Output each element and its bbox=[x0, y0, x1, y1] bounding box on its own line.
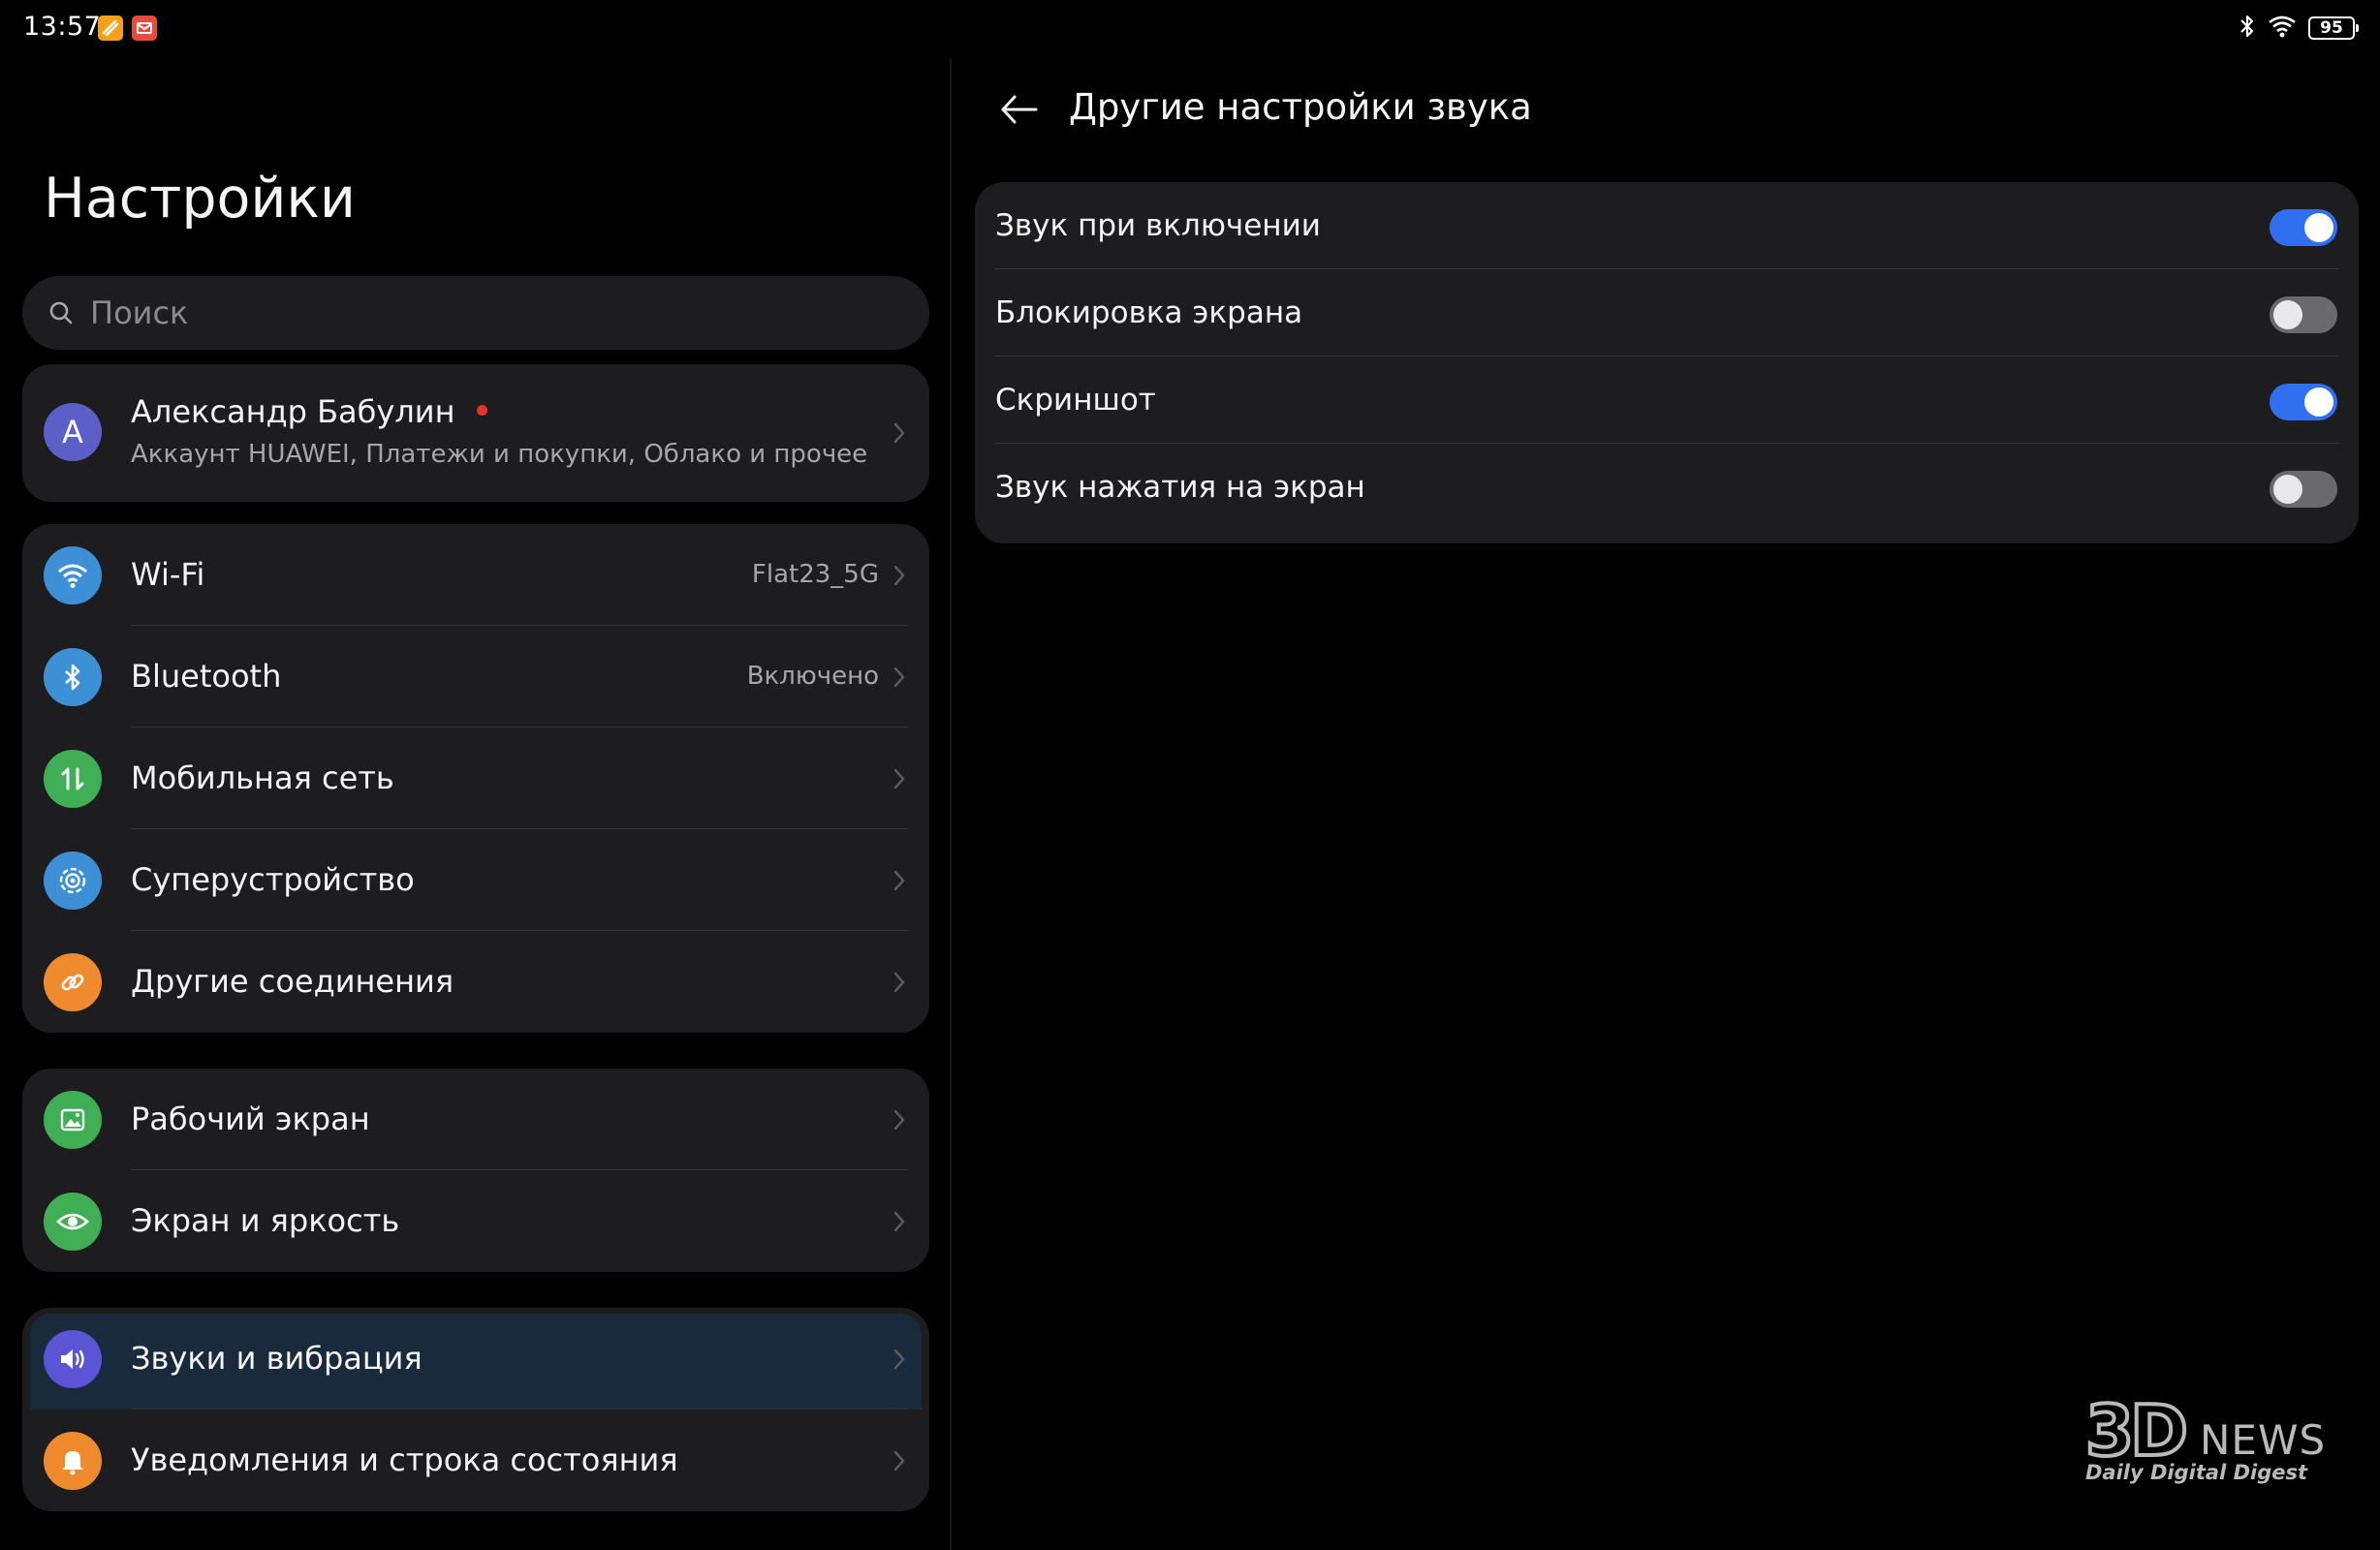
row-value: Flat23_5G bbox=[751, 560, 879, 589]
row-label: Звуки и вибрация bbox=[131, 1340, 423, 1377]
volume-icon bbox=[44, 1330, 102, 1388]
toggle-row-touch-sound[interactable]: Звук нажатия на экран bbox=[975, 444, 2359, 531]
bell-icon bbox=[44, 1432, 102, 1490]
chevron-right-icon bbox=[889, 866, 910, 895]
chevron-right-icon bbox=[889, 1207, 910, 1236]
wifi-icon bbox=[44, 546, 102, 604]
account-subtitle: Аккаунт HUAWEI, Платежи и покупки, Облак… bbox=[131, 440, 868, 469]
switch-knob bbox=[2304, 388, 2333, 417]
search-input[interactable]: Поиск bbox=[22, 276, 929, 350]
sidebar-item-mobile-network[interactable]: Мобильная сеть bbox=[22, 728, 929, 829]
screen-lock-sound-switch[interactable] bbox=[2270, 296, 2337, 333]
sidebar-item-sounds-vibration[interactable]: Звуки и вибрация bbox=[22, 1308, 929, 1410]
sidebar-item-other-connections[interactable]: Другие соединения bbox=[22, 931, 929, 1033]
search-placeholder: Поиск bbox=[90, 294, 189, 331]
mobile-data-icon bbox=[44, 750, 102, 808]
toggle-label: Блокировка экрана bbox=[995, 295, 1303, 330]
account-name-row: Александр Бабулин bbox=[131, 393, 487, 430]
chevron-right-icon bbox=[889, 663, 910, 692]
switch-knob bbox=[2304, 213, 2333, 242]
switch-knob bbox=[2273, 475, 2302, 504]
chevron-right-icon bbox=[889, 764, 910, 793]
switch-knob bbox=[2273, 300, 2302, 329]
super-device-icon bbox=[44, 852, 102, 910]
eye-icon bbox=[44, 1193, 102, 1251]
watermark-tagline: Daily Digital Digest bbox=[2085, 1461, 2308, 1484]
row-label: Рабочий экран bbox=[131, 1100, 370, 1137]
toggle-row-power-on-sound[interactable]: Звук при включении bbox=[975, 182, 2359, 269]
row-label: Bluetooth bbox=[131, 658, 282, 695]
connections-card: Wi-Fi Flat23_5G Bluetooth Включено Мобил… bbox=[22, 524, 929, 1033]
sidebar-item-bluetooth[interactable]: Bluetooth Включено bbox=[22, 626, 929, 728]
account-name: Александр Бабулин bbox=[131, 393, 455, 430]
detail-title: Другие настройки звука bbox=[1069, 86, 1532, 128]
account-card[interactable]: A Александр Бабулин Аккаунт HUAWEI, Плат… bbox=[22, 364, 929, 502]
sound-toggles-card: Звук при включении Блокировка экрана Скр… bbox=[975, 182, 2359, 543]
chevron-right-icon bbox=[889, 1105, 910, 1134]
watermark-news: NEWS bbox=[2200, 1416, 2327, 1464]
sidebar-item-notifications-status-bar[interactable]: Уведомления и строка состояния bbox=[22, 1410, 929, 1511]
toggle-label: Звук нажатия на экран bbox=[995, 470, 1365, 505]
sidebar-item-wifi[interactable]: Wi-Fi Flat23_5G bbox=[22, 524, 929, 626]
watermark-3d: 3D bbox=[2083, 1390, 2190, 1472]
display-card: Рабочий экран Экран и яркость bbox=[22, 1069, 929, 1272]
page-title: Настройки bbox=[44, 167, 356, 231]
chevron-right-icon bbox=[889, 561, 910, 590]
touch-sound-switch[interactable] bbox=[2270, 471, 2337, 508]
detail-pane: Другие настройки звука Звук при включени… bbox=[952, 0, 2380, 1550]
row-value: Включено bbox=[746, 662, 879, 691]
settings-list-pane: Настройки Поиск A Александр Бабулин Акка… bbox=[0, 0, 950, 1550]
avatar: A bbox=[44, 403, 102, 461]
chevron-right-icon bbox=[889, 1446, 910, 1475]
search-icon bbox=[46, 297, 77, 328]
bluetooth-icon bbox=[44, 648, 102, 706]
sound-card: Звуки и вибрация Уведомления и строка со… bbox=[22, 1308, 929, 1511]
back-arrow-icon[interactable] bbox=[997, 89, 1042, 130]
row-label: Другие соединения bbox=[131, 963, 454, 1000]
notification-dot bbox=[476, 404, 487, 416]
toggle-row-screenshot[interactable]: Скриншот bbox=[975, 356, 2359, 444]
chevron-right-icon bbox=[889, 418, 910, 448]
row-label: Уведомления и строка состояния bbox=[131, 1442, 678, 1478]
watermark-logo: 3D NEWS Daily Digital Digest bbox=[2083, 1390, 2337, 1486]
power-on-sound-switch[interactable] bbox=[2270, 209, 2337, 246]
row-label: Суперустройство bbox=[131, 861, 415, 898]
link-icon bbox=[44, 953, 102, 1011]
toggle-label: Скриншот bbox=[995, 383, 1156, 418]
toggle-row-screen-lock[interactable]: Блокировка экрана bbox=[975, 269, 2359, 356]
chevron-right-icon bbox=[889, 968, 910, 997]
row-label: Экран и яркость bbox=[131, 1202, 400, 1239]
screenshot-sound-switch[interactable] bbox=[2270, 384, 2337, 420]
sidebar-item-home-screen[interactable]: Рабочий экран bbox=[22, 1069, 929, 1170]
row-label: Мобильная сеть bbox=[131, 760, 394, 796]
sidebar-item-super-device[interactable]: Суперустройство bbox=[22, 829, 929, 931]
toggle-label: Звук при включении bbox=[995, 208, 1321, 243]
wallpaper-icon bbox=[44, 1091, 102, 1149]
chevron-right-icon bbox=[889, 1345, 910, 1374]
settings-screen: 13:57 95 Настройки Поиск A Александр Баб… bbox=[0, 0, 2380, 1550]
sidebar-item-display-brightness[interactable]: Экран и яркость bbox=[22, 1170, 929, 1272]
row-label: Wi-Fi bbox=[131, 556, 205, 593]
